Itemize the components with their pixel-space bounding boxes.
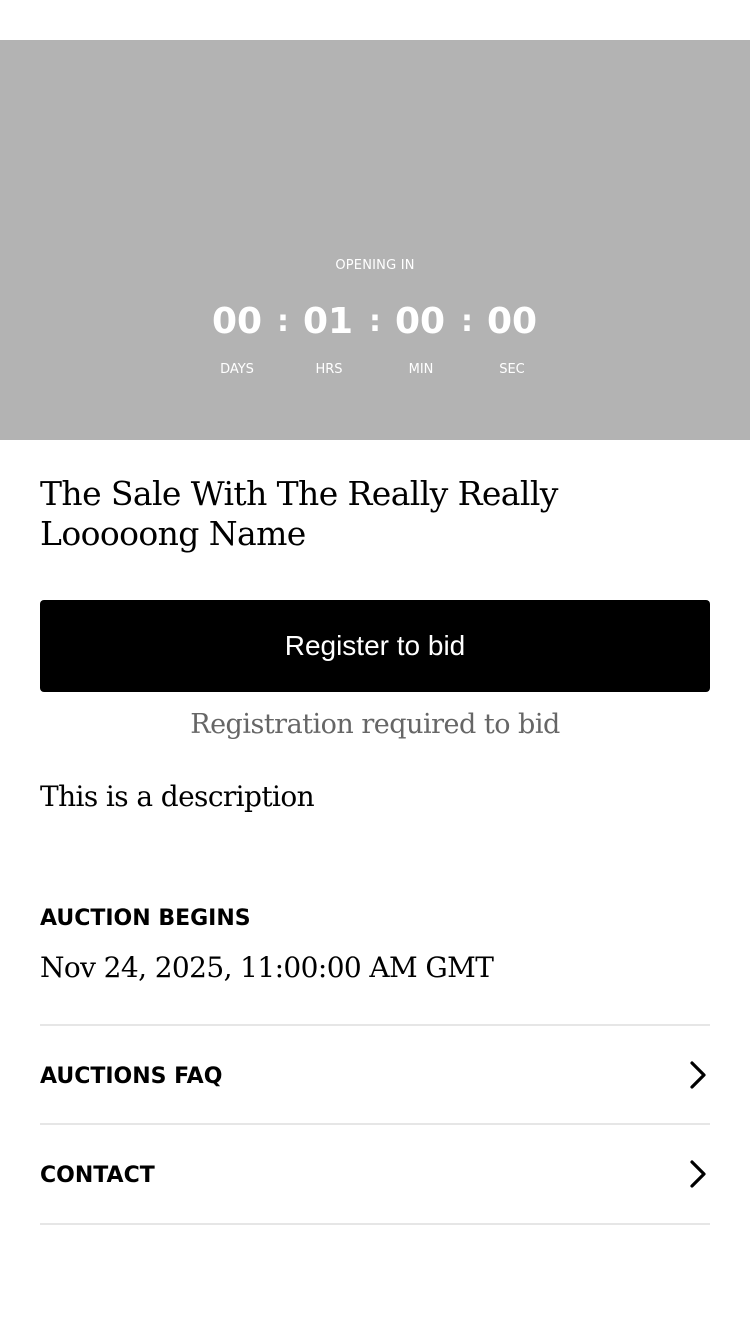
auction-begins-label: AUCTION BEGINS bbox=[40, 906, 251, 931]
countdown-days-label: DAYS bbox=[220, 362, 254, 377]
sale-description: This is a description bbox=[40, 780, 315, 813]
countdown-seconds-label: SEC bbox=[499, 362, 525, 377]
auction-begins-date: Nov 24, 2025, 11:00:00 AM GMT bbox=[40, 951, 494, 984]
sale-hero-banner bbox=[0, 40, 750, 440]
registration-note: Registration required to bid bbox=[190, 709, 560, 740]
auctions-faq-label: AUCTIONS FAQ bbox=[40, 1064, 223, 1089]
contact-link[interactable]: CONTACT bbox=[40, 1123, 710, 1225]
countdown-days-value: 00 bbox=[211, 301, 263, 342]
sale-title: The Sale With The Really Really Looooong… bbox=[40, 474, 558, 553]
register-to-bid-button[interactable]: Register to bid bbox=[40, 600, 710, 692]
auctions-faq-link[interactable]: AUCTIONS FAQ bbox=[40, 1024, 710, 1124]
countdown-hours-label: HRS bbox=[315, 362, 343, 377]
contact-label: CONTACT bbox=[40, 1163, 155, 1188]
countdown-minutes-value: 00 bbox=[394, 301, 446, 342]
countdown-minutes-label: MIN bbox=[408, 362, 434, 377]
countdown-hours-value: 01 bbox=[302, 301, 354, 342]
opening-in-label: OPENING IN bbox=[335, 258, 415, 273]
chevron-right-icon bbox=[690, 1061, 706, 1089]
countdown-seconds-value: 00 bbox=[486, 301, 538, 342]
chevron-right-icon bbox=[690, 1160, 706, 1188]
